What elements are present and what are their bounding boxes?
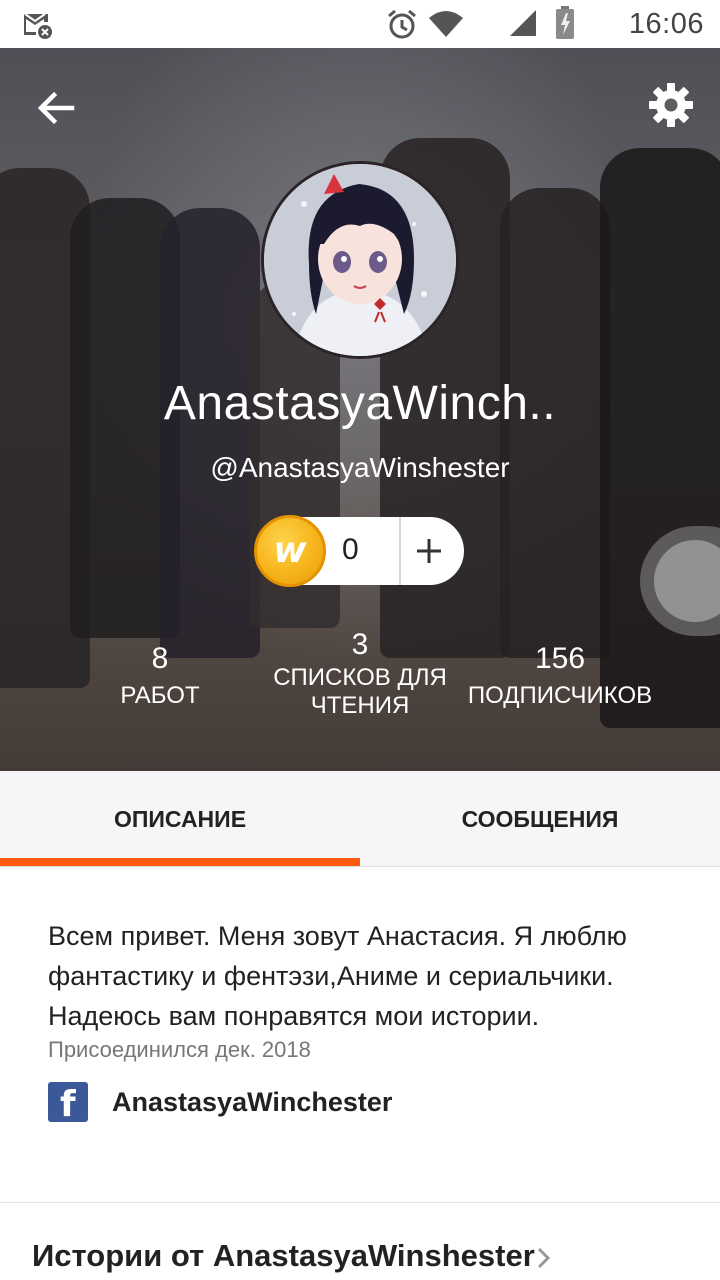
- stat-works[interactable]: 8 РАБОТ: [100, 642, 220, 710]
- plus-icon: [417, 539, 441, 563]
- active-tab-indicator: [0, 858, 360, 866]
- chevron-right-icon[interactable]: [534, 1246, 554, 1270]
- status-time: 16:06: [628, 8, 704, 40]
- stories-section-title[interactable]: Истории от AnastasyaWinshester: [32, 1238, 535, 1274]
- arrow-left-icon: [37, 91, 75, 125]
- coins-widget: w 0: [254, 515, 464, 587]
- profile-tabs: ОПИСАНИЕ СООБЩЕНИЯ: [0, 771, 720, 867]
- facebook-icon-letter: f: [60, 1084, 76, 1125]
- stat-value: 3: [351, 628, 369, 661]
- mail-blocked-icon: [24, 13, 52, 39]
- coin-count: 0: [342, 533, 359, 566]
- wifi-icon: [429, 11, 463, 37]
- add-coins-button[interactable]: [401, 517, 464, 585]
- stat-value: 156: [534, 642, 586, 675]
- stat-reading-lists[interactable]: 3 СПИСКОВ ДЛЯ ЧТЕНИЯ: [270, 628, 450, 720]
- tab-about[interactable]: ОПИСАНИЕ: [0, 771, 360, 867]
- stat-value: 8: [151, 642, 169, 675]
- display-name: AnastasyaWinch..: [163, 377, 557, 430]
- stat-label: СПИСКОВ ДЛЯ ЧТЕНИЯ: [273, 664, 447, 719]
- stat-label: РАБОТ: [120, 682, 200, 709]
- tab-messages[interactable]: СООБЩЕНИЯ: [360, 771, 720, 867]
- section-divider: [0, 1202, 720, 1203]
- coin-letter: w: [273, 530, 307, 571]
- stat-followers[interactable]: 156 ПОДПИСЧИКОВ: [460, 642, 660, 710]
- stat-label: ПОДПИСЧИКОВ: [467, 682, 653, 709]
- username: @AnastasyaWinshester: [210, 452, 510, 483]
- profile-header: AnastasyaWinch.. @AnastasyaWinshester w …: [0, 48, 720, 771]
- facebook-icon: f: [48, 1082, 88, 1125]
- back-button[interactable]: [32, 84, 80, 132]
- status-bar: 16:06: [0, 0, 720, 48]
- avatar[interactable]: [261, 161, 459, 359]
- battery-charging-icon: [556, 6, 574, 39]
- signal-icon: [510, 10, 536, 36]
- coin-icon: w: [254, 515, 326, 587]
- avatar-image: [264, 164, 456, 356]
- about-description: Всем привет. Меня зовут Анастасия. Я люб…: [48, 921, 627, 1031]
- alarm-icon: [388, 9, 416, 39]
- floating-button-core: [654, 540, 720, 622]
- settings-button[interactable]: [646, 80, 696, 130]
- joined-date: Присоединился дек. 2018: [48, 1037, 311, 1062]
- facebook-name: AnastasyaWinchester: [112, 1087, 393, 1117]
